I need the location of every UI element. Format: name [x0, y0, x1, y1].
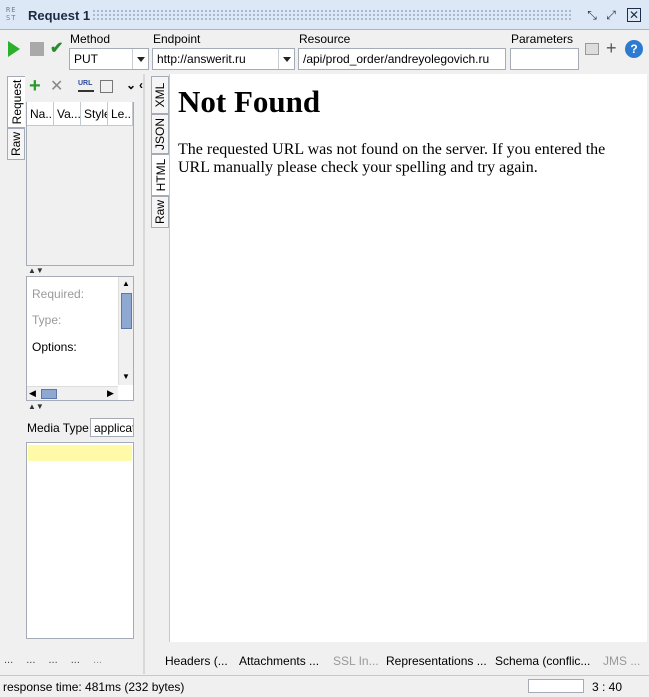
tab-json[interactable]: JSON [151, 114, 169, 154]
tab-headers[interactable]: Headers (... [165, 654, 228, 668]
options-label: Options: [32, 340, 77, 354]
left-tab-ellipsis[interactable]: ... [71, 654, 80, 666]
chevron-down-icon[interactable]: ⌄ [126, 78, 136, 92]
tab-representations[interactable]: Representations ... [386, 654, 487, 668]
details-horizontal-scrollbar[interactable]: ◀ ▶ [27, 386, 118, 400]
tab-request[interactable]: Request [7, 76, 25, 128]
parameters-input[interactable] [510, 48, 579, 70]
column-header-style[interactable]: Style [81, 102, 108, 126]
endpoint-label: Endpoint [153, 32, 201, 46]
details-vertical-scrollbar[interactable]: ▲ ▼ [118, 277, 133, 385]
splitter-arrows-icon[interactable]: ▲▼ [28, 267, 44, 275]
resource-label: Resource [299, 32, 351, 46]
method-select[interactable]: PUT [69, 48, 149, 70]
media-type-input[interactable]: applicat [90, 418, 134, 437]
status-bar: response time: 481ms (232 bytes) 3 : 40 [0, 675, 649, 697]
splitter-arrows-icon[interactable]: ▲▼ [28, 403, 44, 411]
tab-raw-response[interactable]: Raw [151, 196, 169, 228]
type-label: Type: [32, 313, 62, 327]
method-value: PUT [74, 52, 98, 66]
column-header-level[interactable]: Le... [108, 102, 133, 126]
run-request-icon[interactable] [8, 41, 20, 57]
response-time: response time: 481ms (232 bytes) [3, 680, 185, 694]
splitter[interactable] [143, 74, 145, 674]
left-tab-ellipsis[interactable]: ... [4, 654, 13, 666]
chevron-down-icon[interactable] [132, 49, 148, 69]
maximize-icon[interactable]: ⤢ [603, 7, 619, 23]
title-bar: RE ST Request 1 ⤡ ⤢ ✕ [0, 0, 649, 30]
media-type-label: Media Type [27, 421, 89, 435]
parameters-label: Parameters [511, 32, 574, 46]
scroll-right-icon[interactable]: ▶ [107, 388, 114, 399]
tab-raw-label: Raw [9, 131, 23, 157]
tab-raw-request[interactable]: Raw [7, 128, 25, 160]
tab-xml[interactable]: XML [151, 76, 169, 114]
current-line-highlight [28, 445, 132, 461]
url-param-icon[interactable]: URL [78, 80, 94, 92]
tab-html[interactable]: HTML [151, 154, 169, 196]
tab-xml-label: XML [153, 82, 167, 108]
add-icon[interactable]: + [606, 38, 617, 59]
remove-param-icon[interactable]: ✕ [50, 78, 63, 96]
checkmark-icon[interactable]: ✔ [50, 38, 63, 58]
edit-parameters-icon[interactable] [585, 43, 599, 55]
tab-jms[interactable]: JMS ... [603, 654, 640, 668]
tab-raw-response-label: Raw [153, 199, 167, 225]
help-icon[interactable]: ? [625, 40, 643, 58]
stop-request-icon[interactable] [30, 42, 44, 56]
scrollbar-thumb[interactable] [121, 293, 132, 329]
scroll-up-icon[interactable]: ▲ [122, 279, 130, 288]
left-tab-ellipsis[interactable]: ... [93, 654, 102, 666]
progress-bar [528, 679, 584, 693]
resource-input[interactable]: /api/prod_order/andreyolegovich.ru [298, 48, 506, 70]
tab-attachments[interactable]: Attachments ... [239, 654, 319, 668]
left-tab-ellipsis[interactable]: ... [48, 654, 57, 666]
tab-request-label: Request [9, 79, 24, 125]
response-message: The requested URL was not found on the s… [178, 141, 606, 176]
scroll-left-icon[interactable]: ◀ [29, 388, 36, 399]
method-label: Method [70, 32, 111, 46]
horizontal-scrollbar-thumb[interactable] [41, 389, 57, 399]
endpoint-combo[interactable]: http://answerit.ru [152, 48, 295, 70]
move-param-icon[interactable] [100, 80, 113, 93]
column-header-name[interactable]: Na... [27, 102, 54, 126]
rest-app-icon: RE ST [6, 6, 17, 22]
tab-json-label: JSON [153, 117, 167, 151]
left-bottom-tabs: ... ... ... ... ... [4, 654, 144, 666]
tab-schema[interactable]: Schema (conflic... [495, 654, 590, 668]
window-title: Request 1 [28, 8, 91, 23]
response-heading: Not Found [178, 84, 321, 119]
column-header-value[interactable]: Va... [54, 102, 81, 126]
left-tab-ellipsis[interactable]: ... [26, 654, 35, 666]
request-body-editor[interactable] [26, 442, 134, 639]
tab-ssl-info[interactable]: SSL In... [333, 654, 379, 668]
tab-html-label: HTML [153, 158, 168, 192]
close-icon[interactable]: ✕ [627, 8, 641, 22]
minimize-icon[interactable]: ⤡ [584, 7, 600, 23]
chevron-down-icon[interactable] [278, 49, 294, 69]
params-table-body [27, 126, 133, 265]
cursor-position: 3 : 40 [592, 680, 623, 694]
scroll-down-icon[interactable]: ▼ [122, 372, 130, 381]
endpoint-value: http://answerit.ru [157, 52, 246, 66]
title-bar-grip [92, 9, 572, 22]
required-label: Required: [32, 287, 85, 301]
add-param-icon[interactable]: + [29, 76, 41, 96]
